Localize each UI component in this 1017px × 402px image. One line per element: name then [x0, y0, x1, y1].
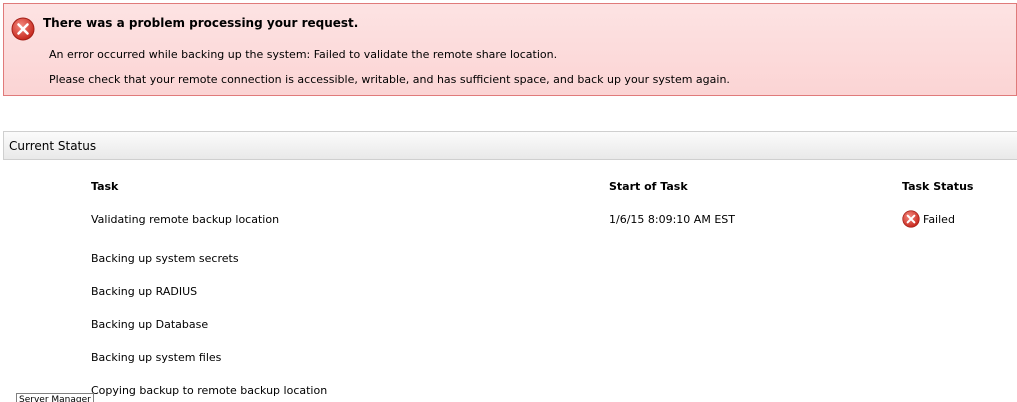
error-title: There was a problem processing your requ…	[43, 16, 359, 30]
task-row-label: Copying backup to remote backup location	[91, 384, 328, 397]
task-row-start: 1/6/15 8:09:10 AM EST	[609, 213, 735, 226]
task-row-label: Backing up system secrets	[91, 252, 239, 265]
task-row-label: Backing up RADIUS	[91, 285, 198, 298]
task-row-label: Validating remote backup location	[91, 213, 280, 226]
error-instructions: Please check that your remote connection…	[49, 73, 730, 86]
status-text: Failed	[923, 212, 955, 226]
task-row-status: Failed	[902, 209, 955, 229]
section-title: Current Status	[9, 139, 97, 153]
current-status-header: Current Status	[3, 131, 1017, 160]
server-manager-taskbar-button[interactable]: Server Manager	[16, 393, 94, 402]
column-header-status: Task Status	[902, 180, 974, 193]
failed-status-icon	[902, 210, 920, 228]
task-row-label: Backing up Database	[91, 318, 209, 331]
error-circle-x-icon	[11, 17, 35, 41]
error-message: An error occurred while backing up the s…	[49, 48, 558, 61]
column-header-start: Start of Task	[609, 180, 688, 193]
task-row-label: Backing up system files	[91, 351, 222, 364]
error-alert-banner: There was a problem processing your requ…	[3, 3, 1017, 96]
column-header-task: Task	[91, 180, 119, 193]
